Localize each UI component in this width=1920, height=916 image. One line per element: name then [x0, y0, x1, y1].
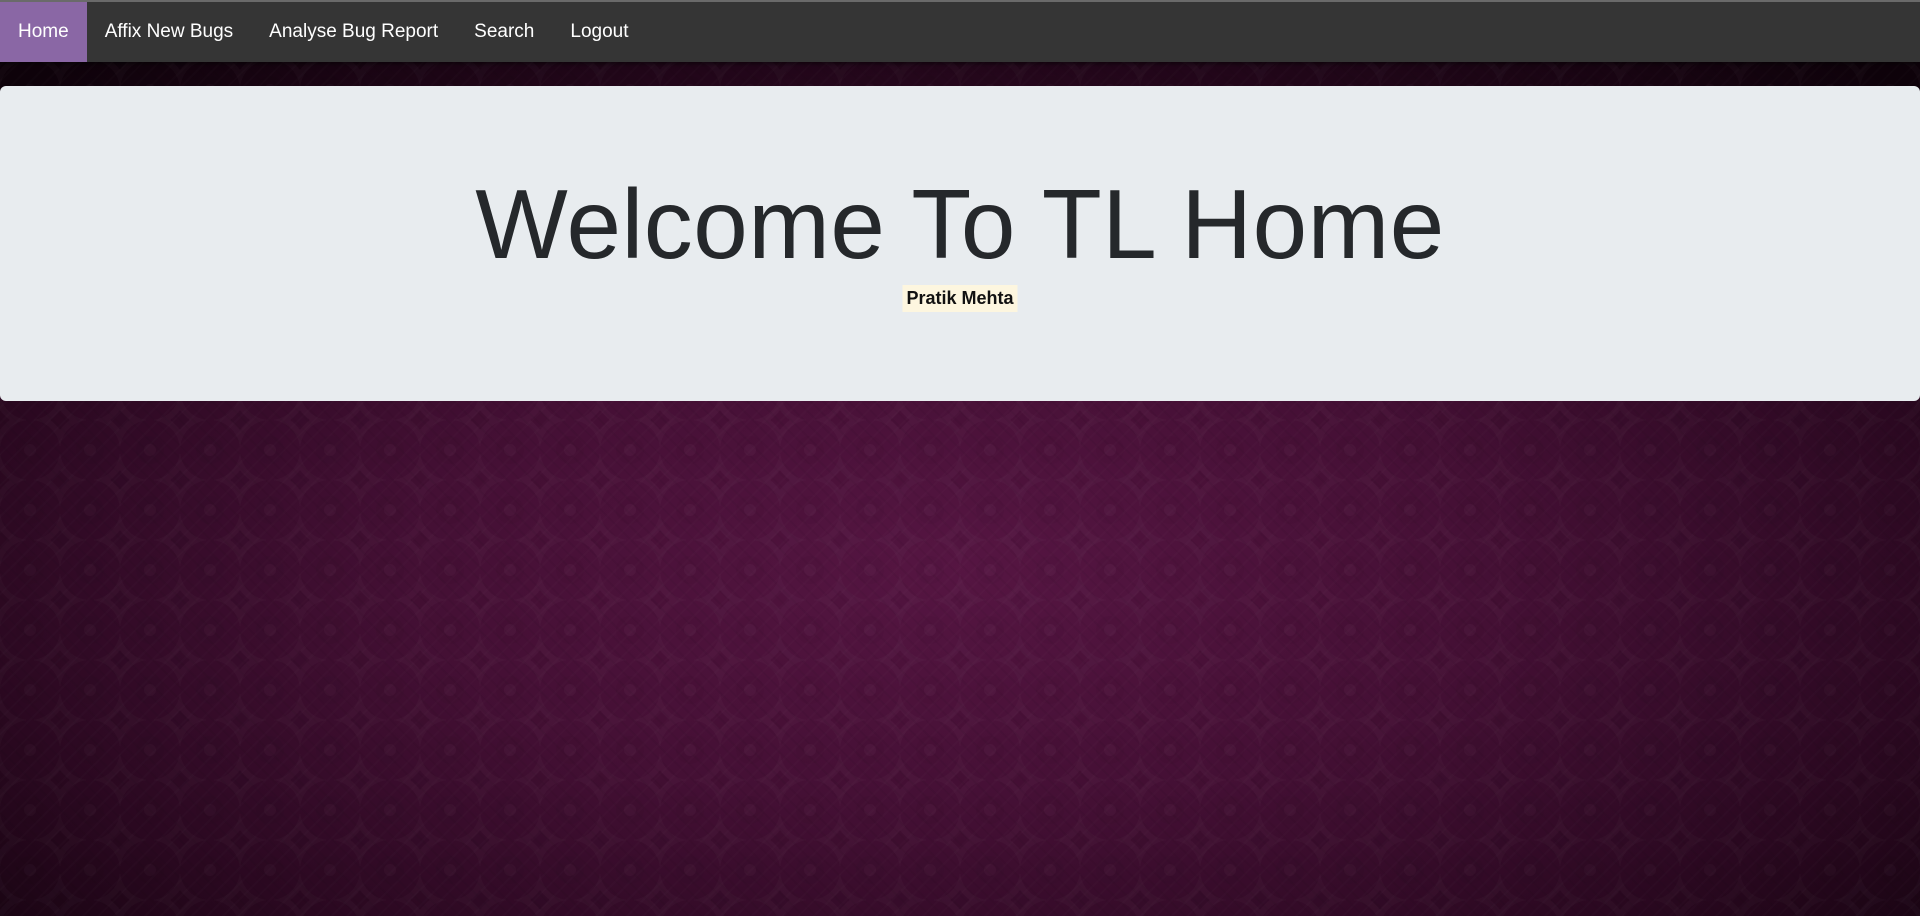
nav-item-affix-new-bugs[interactable]: Affix New Bugs [87, 2, 251, 62]
user-name-badge: Pratik Mehta [902, 285, 1018, 312]
top-navbar: Home Affix New Bugs Analyse Bug Report S… [0, 0, 1920, 62]
nav-item-search[interactable]: Search [456, 2, 552, 62]
nav-item-home[interactable]: Home [0, 2, 87, 62]
nav-item-logout[interactable]: Logout [552, 2, 646, 62]
page-title: Welcome To TL Home [475, 169, 1445, 279]
welcome-jumbotron: Welcome To TL Home Pratik Mehta [0, 86, 1920, 401]
nav-item-analyse-bug-report[interactable]: Analyse Bug Report [251, 2, 456, 62]
